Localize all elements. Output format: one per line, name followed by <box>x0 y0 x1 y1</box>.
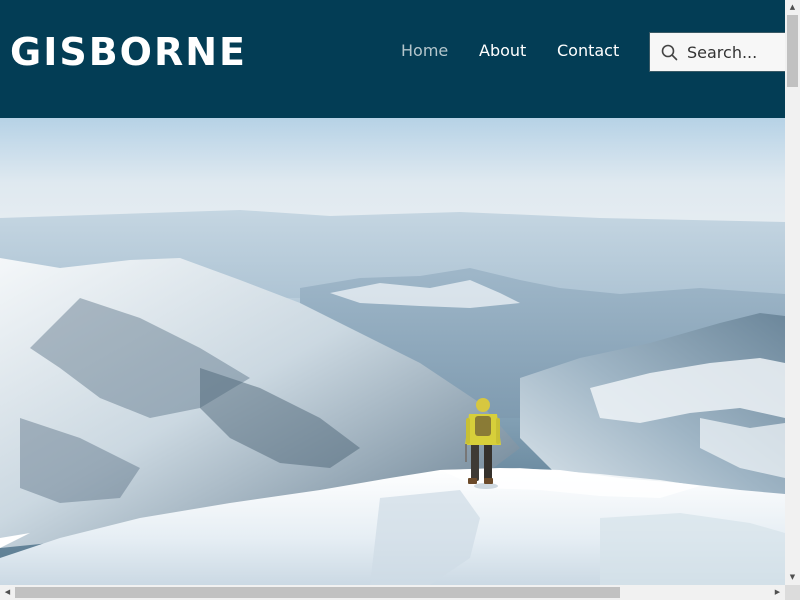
search-input[interactable] <box>687 33 787 71</box>
scroll-left-icon[interactable]: ◀ <box>0 585 15 600</box>
scroll-up-icon[interactable]: ▲ <box>785 0 800 15</box>
site-header: GISBORNE Home About Contact <box>0 0 789 118</box>
hero-image <box>0 118 785 585</box>
scroll-down-icon[interactable]: ▼ <box>785 570 800 585</box>
mountain-landscape-image <box>0 118 785 585</box>
scrollbar-corner <box>785 585 800 600</box>
nav-item-home[interactable]: Home <box>401 40 448 62</box>
horizontal-scroll-thumb[interactable] <box>15 587 620 598</box>
vertical-scrollbar[interactable]: ▲ ▼ <box>785 0 800 585</box>
search-icon[interactable] <box>661 44 678 61</box>
scroll-right-icon[interactable]: ▶ <box>770 585 785 600</box>
search-box[interactable] <box>649 32 789 72</box>
nav-item-contact[interactable]: Contact <box>557 40 619 62</box>
site-logo[interactable]: GISBORNE <box>10 29 247 75</box>
vertical-scroll-thumb[interactable] <box>787 15 798 87</box>
nav-item-about[interactable]: About <box>479 40 526 62</box>
horizontal-scrollbar[interactable]: ◀ ▶ <box>0 585 785 600</box>
